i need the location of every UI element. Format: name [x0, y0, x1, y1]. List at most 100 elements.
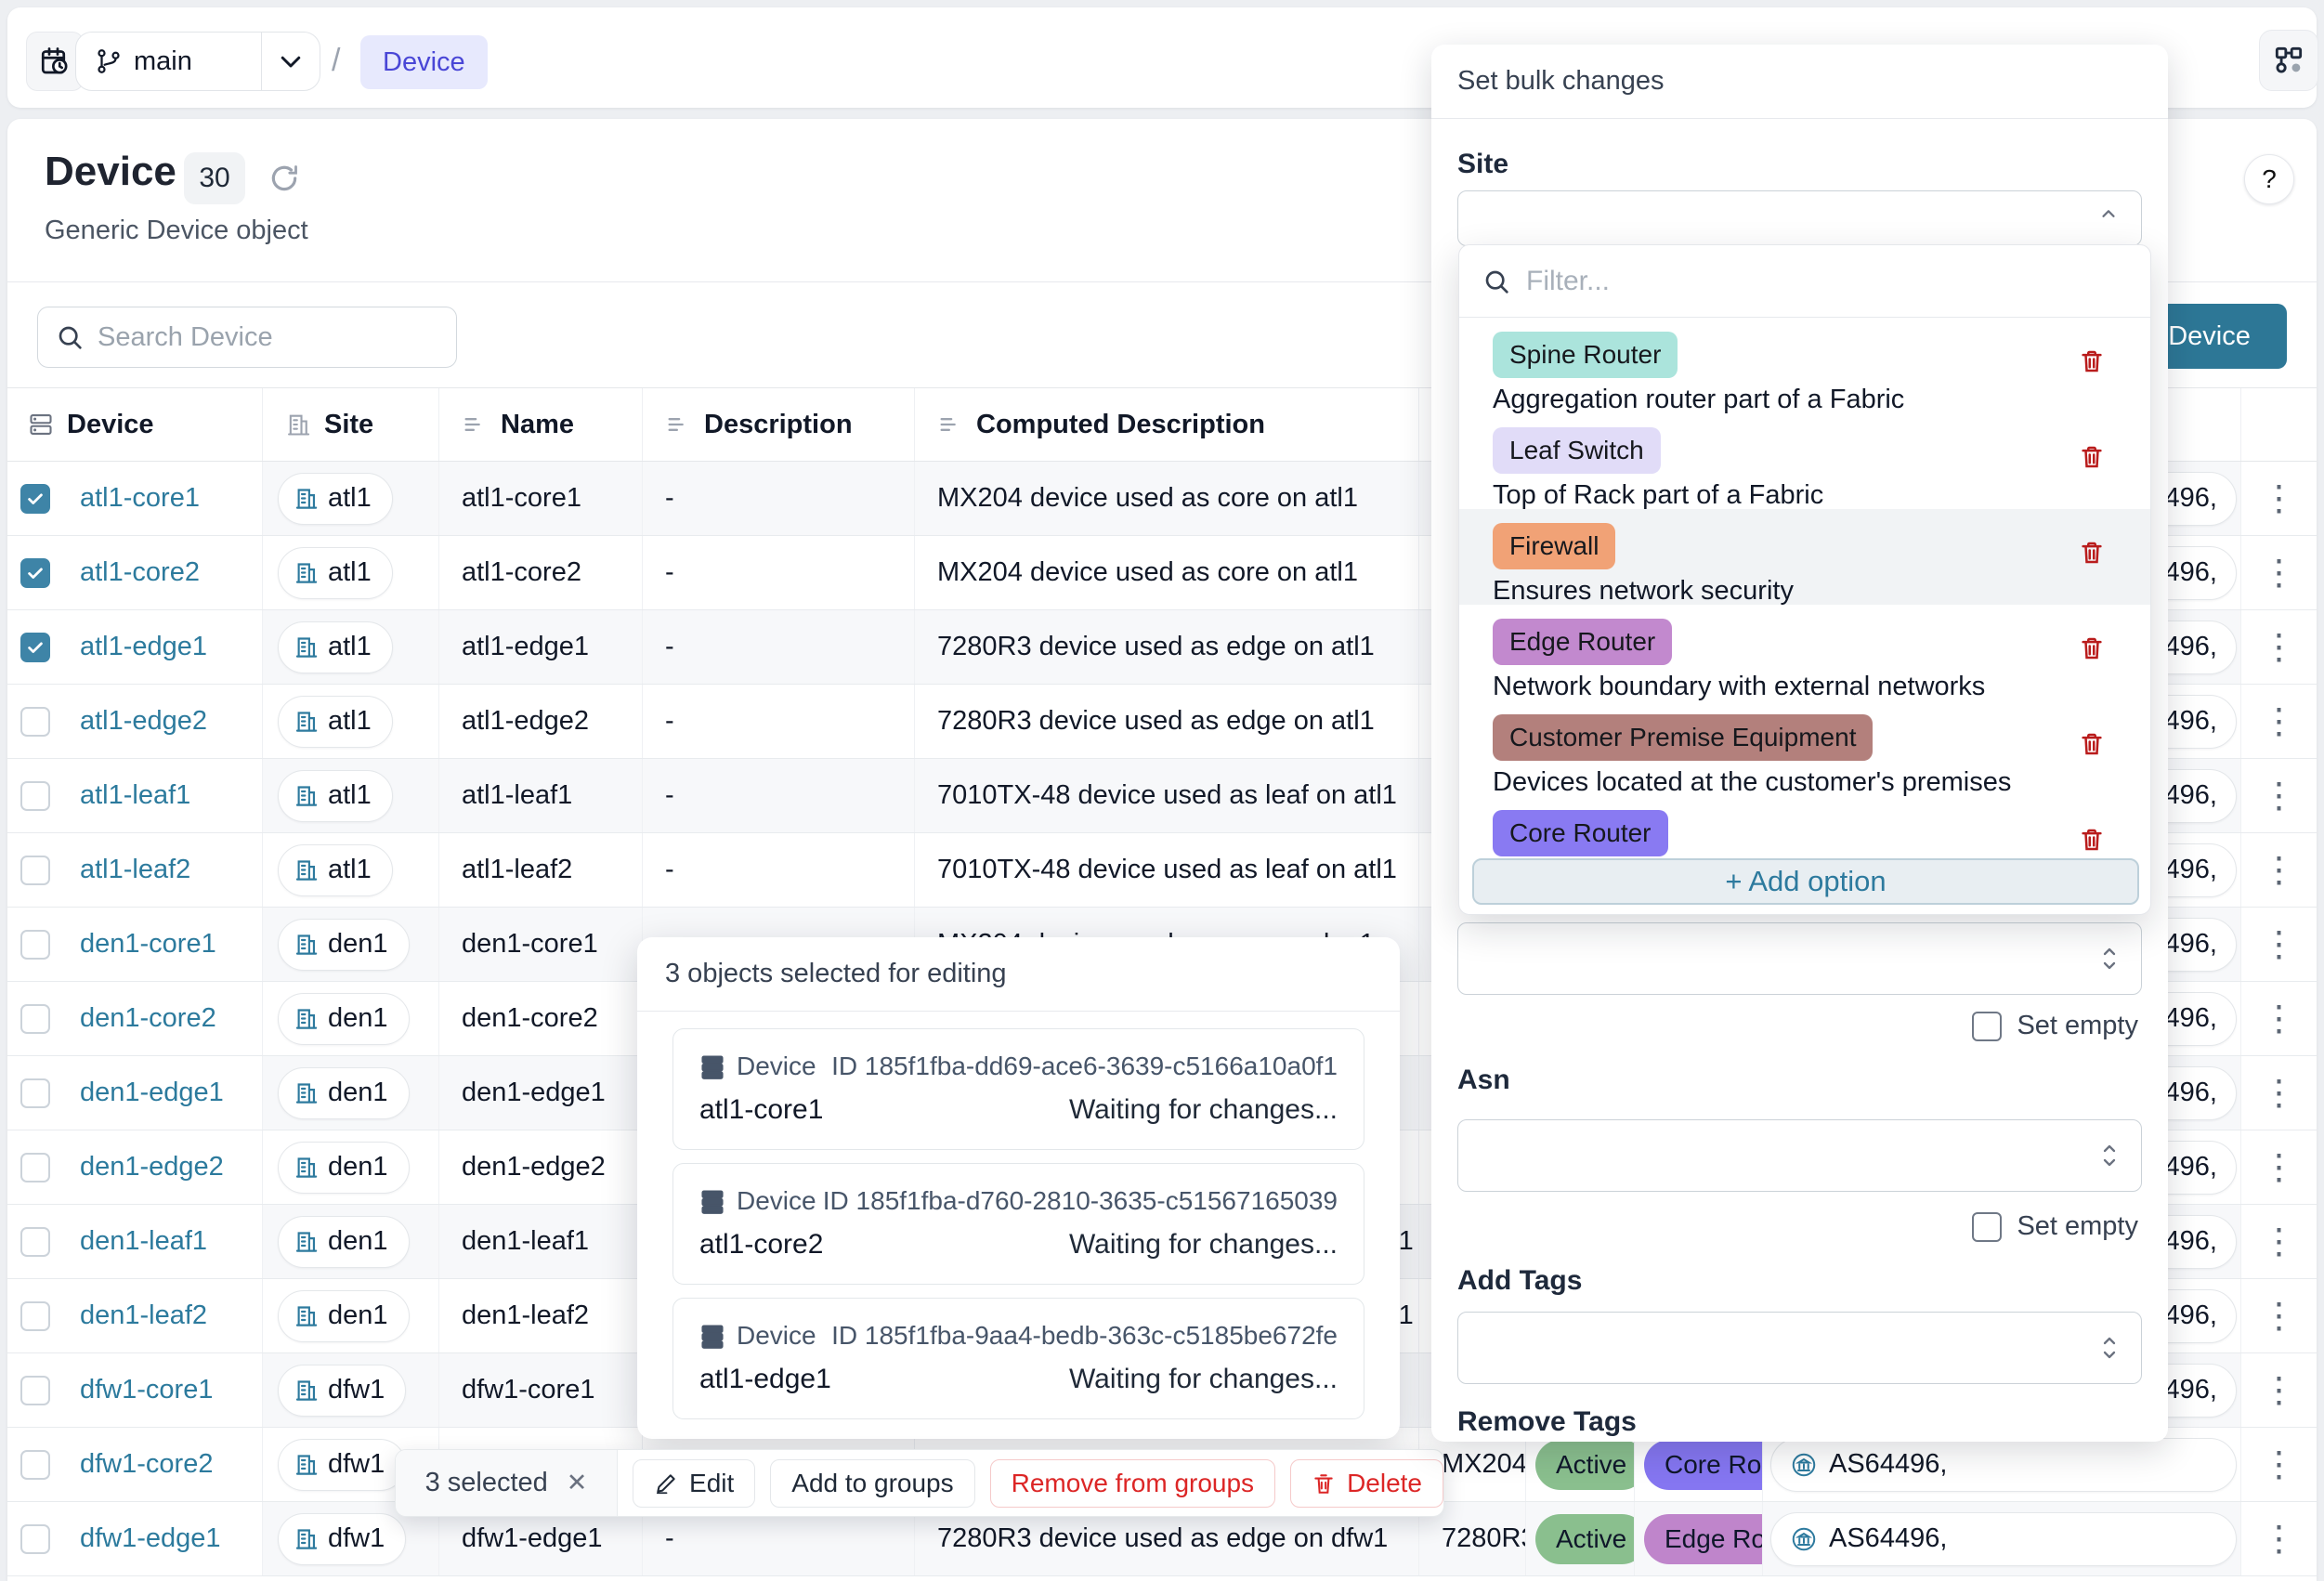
site-option[interactable]: Edge Router Network boundary with extern… [1459, 605, 2150, 700]
site-badge[interactable]: dfw1 [278, 1439, 406, 1491]
chevron-down-icon[interactable] [262, 47, 320, 75]
device-link[interactable]: atl1-core2 [80, 557, 200, 588]
device-link[interactable]: dfw1-core1 [80, 1375, 213, 1405]
trash-icon[interactable] [2078, 826, 2106, 854]
kebab-menu-icon[interactable]: ⋮ [2241, 1522, 2317, 1557]
kebab-menu-icon[interactable]: ⋮ [2241, 1001, 2317, 1037]
kebab-menu-icon[interactable]: ⋮ [2241, 1076, 2317, 1111]
add-to-groups-button[interactable]: Add to groups [770, 1459, 974, 1508]
device-link[interactable]: den1-core1 [80, 929, 216, 960]
kebab-menu-icon[interactable]: ⋮ [2241, 555, 2317, 591]
branch-selector[interactable]: main [75, 32, 320, 91]
kebab-menu-icon[interactable]: ⋮ [2241, 1373, 2317, 1408]
bulk-select-field[interactable] [1457, 922, 2142, 995]
remove-from-groups-button[interactable]: Remove from groups [990, 1459, 1275, 1508]
row-checkbox[interactable] [20, 1376, 50, 1405]
row-checkbox[interactable] [20, 484, 50, 514]
row-checkbox[interactable] [20, 1078, 50, 1108]
edit-button[interactable]: Edit [633, 1459, 755, 1508]
row-checkbox[interactable] [20, 1450, 50, 1480]
set-empty-checkbox[interactable] [1972, 1212, 2002, 1242]
selected-object-card[interactable]: Device ID 185f1fba-dd69-ace6-3639-c5166a… [672, 1028, 1364, 1150]
site-option[interactable]: Firewall Ensures network security [1459, 509, 2150, 605]
site-option[interactable]: Customer Premise Equipment Devices locat… [1459, 700, 2150, 796]
device-link[interactable]: dfw1-core2 [80, 1449, 213, 1480]
add-option-button[interactable]: + Add option [1472, 858, 2139, 905]
kebab-menu-icon[interactable]: ⋮ [2241, 1150, 2317, 1185]
column-header-computed-description[interactable]: Computed Description [915, 388, 1419, 461]
site-badge[interactable]: den1 [278, 1216, 410, 1268]
row-checkbox[interactable] [20, 707, 50, 737]
row-checkbox[interactable] [20, 1227, 50, 1257]
delete-button[interactable]: Delete [1290, 1459, 1443, 1508]
site-badge[interactable]: atl1 [278, 696, 393, 748]
row-checkbox[interactable] [20, 1004, 50, 1034]
set-empty-checkbox[interactable] [1972, 1012, 2002, 1041]
device-link[interactable]: atl1-leaf1 [80, 780, 190, 811]
site-badge[interactable]: atl1 [278, 473, 393, 525]
kebab-menu-icon[interactable]: ⋮ [2241, 630, 2317, 665]
site-badge[interactable]: atl1 [278, 770, 393, 822]
trash-icon[interactable] [2078, 634, 2106, 662]
asn-select[interactable] [1457, 1119, 2142, 1192]
site-badge[interactable]: den1 [278, 1067, 410, 1119]
device-link[interactable]: atl1-leaf2 [80, 855, 190, 885]
row-checkbox[interactable] [20, 633, 50, 662]
filter-input[interactable] [1526, 266, 2128, 297]
trash-icon[interactable] [2078, 443, 2106, 471]
device-link[interactable]: dfw1-edge1 [80, 1523, 221, 1554]
kebab-menu-icon[interactable]: ⋮ [2241, 704, 2317, 739]
device-link[interactable]: atl1-edge1 [80, 632, 207, 662]
site-badge[interactable]: dfw1 [278, 1365, 406, 1417]
search-device-input[interactable] [98, 322, 439, 353]
selected-object-card[interactable]: Device ID 185f1fba-9aa4-bedb-363c-c5185b… [672, 1298, 1364, 1419]
device-link[interactable]: den1-leaf2 [80, 1300, 207, 1331]
column-header-description[interactable]: Description [643, 388, 915, 461]
row-checkbox[interactable] [20, 1153, 50, 1182]
row-checkbox[interactable] [20, 856, 50, 885]
help-button[interactable]: ? [2244, 154, 2294, 204]
kebab-menu-icon[interactable]: ⋮ [2241, 853, 2317, 888]
site-badge[interactable]: atl1 [278, 547, 393, 599]
site-select[interactable] [1457, 190, 2142, 246]
row-checkbox[interactable] [20, 1301, 50, 1331]
site-badge[interactable]: atl1 [278, 621, 393, 673]
kebab-menu-icon[interactable]: ⋮ [2241, 1447, 2317, 1483]
site-option[interactable]: Spine Router Aggregation router part of … [1459, 318, 2150, 413]
kebab-menu-icon[interactable]: ⋮ [2241, 778, 2317, 814]
column-header-site[interactable]: Site [263, 388, 439, 461]
device-link[interactable]: den1-leaf1 [80, 1226, 207, 1257]
device-link[interactable]: den1-edge2 [80, 1152, 224, 1182]
device-link[interactable]: den1-edge1 [80, 1078, 224, 1108]
row-checkbox[interactable] [20, 558, 50, 588]
kebab-menu-icon[interactable]: ⋮ [2241, 481, 2317, 516]
breadcrumb-device[interactable]: Device [360, 35, 488, 89]
add-tags-select[interactable] [1457, 1312, 2142, 1384]
site-option[interactable]: Leaf Switch Top of Rack part of a Fabric [1459, 413, 2150, 509]
row-checkbox[interactable] [20, 781, 50, 811]
site-badge[interactable]: den1 [278, 1290, 410, 1342]
kebab-menu-icon[interactable]: ⋮ [2241, 1299, 2317, 1334]
trash-icon[interactable] [2078, 347, 2106, 375]
schema-button[interactable] [2259, 30, 2318, 91]
object-name: atl1-core1 [699, 1094, 823, 1126]
selected-object-card[interactable]: Device ID 185f1fba-d760-2810-3635-c51567… [672, 1163, 1364, 1285]
refresh-icon[interactable] [266, 160, 303, 197]
row-checkbox[interactable] [20, 930, 50, 960]
trash-icon[interactable] [2078, 539, 2106, 567]
site-badge[interactable]: atl1 [278, 844, 393, 896]
site-badge[interactable]: den1 [278, 919, 410, 971]
site-badge[interactable]: den1 [278, 1142, 410, 1194]
kebab-menu-icon[interactable]: ⋮ [2241, 927, 2317, 962]
column-header-name[interactable]: Name [439, 388, 643, 461]
trash-icon[interactable] [2078, 730, 2106, 758]
device-link[interactable]: den1-core2 [80, 1003, 216, 1034]
device-link[interactable]: atl1-edge2 [80, 706, 207, 737]
kebab-menu-icon[interactable]: ⋮ [2241, 1224, 2317, 1260]
clear-selection-icon[interactable]: ✕ [567, 1469, 588, 1497]
column-header-device[interactable]: Device [7, 388, 263, 461]
site-badge[interactable]: dfw1 [278, 1513, 406, 1565]
site-badge[interactable]: den1 [278, 993, 410, 1045]
device-link[interactable]: atl1-core1 [80, 483, 200, 514]
row-checkbox[interactable] [20, 1524, 50, 1554]
